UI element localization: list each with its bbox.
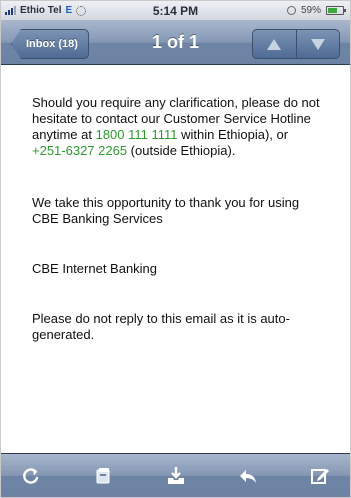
thank-you-paragraph: We take this opportunity to thank you fo… (32, 195, 300, 226)
folder-icon (96, 467, 110, 483)
refresh-icon (23, 467, 39, 484)
refresh-button[interactable] (17, 462, 45, 490)
message-body: Should you require any clarification, pl… (1, 65, 350, 453)
alarm-icon (286, 6, 296, 15)
navigation-bar: Inbox (18) 1 of 1 (1, 21, 350, 65)
arrow-down-icon (310, 38, 325, 50)
next-message-button[interactable] (295, 30, 340, 58)
clarification-text-mid: within Ethiopia), or (177, 127, 289, 142)
arrow-up-icon (267, 38, 282, 50)
folder-button[interactable] (89, 462, 117, 490)
message-navigation (252, 29, 340, 59)
status-right: 59% (286, 5, 346, 16)
move-button[interactable] (162, 462, 190, 490)
battery-icon (326, 6, 346, 15)
international-number-link[interactable]: +251-6327 2265 (32, 143, 127, 158)
previous-message-button[interactable] (253, 30, 296, 58)
compose-button[interactable] (306, 462, 334, 490)
phone-screen: Ethio Tel E 5:14 PM 59% Inbox (18) 1 of … (0, 0, 351, 498)
clarification-text-end: (outside Ethiopia). (127, 143, 236, 158)
move-icon (167, 466, 184, 484)
clarification-paragraph: Should you require any clarification, pl… (32, 95, 322, 159)
reply-button[interactable] (234, 462, 262, 490)
battery-percent: 59% (300, 5, 321, 16)
bottom-toolbar (1, 453, 350, 497)
compose-icon (311, 468, 329, 484)
reply-icon (239, 469, 256, 483)
status-bar: Ethio Tel E 5:14 PM 59% (1, 1, 350, 21)
hotline-link[interactable]: 1800 111 1111 (96, 127, 178, 142)
signature-paragraph: CBE Internet Banking (32, 261, 158, 276)
no-reply-paragraph: Please do not reply to this email as it … (32, 311, 290, 342)
